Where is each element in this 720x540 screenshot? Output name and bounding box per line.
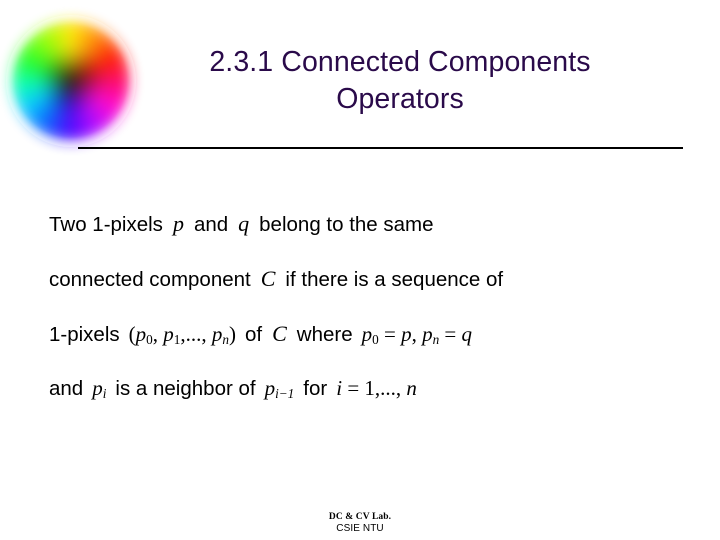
ellipsis: ,...,	[180, 322, 212, 346]
var-p: p	[401, 322, 412, 346]
paren-close: )	[228, 322, 236, 346]
body-line-4: and pi is a neighbor of pi−1 for i = 1,.…	[49, 376, 689, 431]
slide-canvas: 2.3.1 Connected Components Operators Two…	[0, 0, 720, 540]
range-values: 1,...,	[364, 376, 407, 400]
page-title: 2.3.1 Connected Components Operators	[209, 46, 591, 115]
line2-text-b: if there is a sequence of	[285, 268, 504, 291]
body-line-2: connected component C if there is a sequ…	[49, 266, 689, 321]
line4-math-pi: pi	[90, 376, 108, 402]
line1-text-a: Two 1-pixels	[49, 213, 163, 236]
color-wheel-fade	[6, 15, 136, 147]
line3-text-a: 1-pixels	[49, 323, 120, 346]
sub-i: i	[102, 385, 107, 401]
equals-2: =	[439, 322, 462, 346]
footer-lab-name: DC & CV Lab.	[328, 512, 392, 522]
line4-text-c: for	[303, 377, 328, 400]
sub-n: n	[222, 331, 229, 347]
var-p: p	[92, 376, 103, 400]
equals-1: =	[378, 322, 402, 346]
footer-organization: CSIE NTU	[336, 523, 384, 534]
var-n: n	[406, 376, 417, 400]
var-p: p	[264, 376, 276, 400]
p-n: p	[211, 322, 223, 346]
sub-i-minus-1: i−1	[275, 385, 295, 401]
line3-math-endpoints: p0 = p, pn = q	[360, 322, 474, 348]
body-line-1: Two 1-pixels p and q belong to the same	[49, 211, 689, 266]
line2-text-a: connected component	[49, 268, 251, 291]
sub-0: 0	[146, 331, 153, 347]
p-one: p	[163, 322, 174, 346]
comma-1: ,	[152, 322, 164, 346]
line1-math-p: p	[172, 211, 184, 236]
line2-math-c: C	[260, 266, 276, 291]
slide-body: Two 1-pixels p and q belong to the same …	[49, 211, 689, 431]
sub-0: 0	[372, 331, 379, 347]
slide-footer: DC & CV Lab. CSIE NTU	[0, 512, 720, 535]
title-divider	[78, 147, 683, 149]
p-zero: p	[135, 322, 147, 346]
line3-math-c: C	[272, 321, 287, 346]
body-line-3: 1-pixels (p0, p1,..., pn) of C where p0 …	[49, 321, 689, 376]
line3-math-sequence: (p0, p1,..., pn)	[127, 322, 238, 348]
line4-text-b: is a neighbor of	[115, 377, 256, 400]
p-n: p	[422, 322, 433, 346]
p-zero: p	[361, 322, 373, 346]
var-q: q	[461, 322, 473, 346]
line1-math-q: q	[238, 211, 250, 236]
comma: ,	[411, 322, 423, 346]
line4-text-a: and	[49, 377, 84, 400]
equals: =	[342, 376, 365, 400]
line4-math-range: i = 1,..., n	[334, 376, 419, 401]
line1-text-c: belong to the same	[259, 213, 434, 236]
line4-math-pi-minus-1: pi−1	[263, 376, 297, 402]
paren-open: (	[128, 322, 136, 346]
line3-text-c: where	[296, 323, 353, 346]
color-wheel-logo	[6, 15, 136, 147]
line1-text-b: and	[193, 213, 229, 236]
line3-text-b: of	[244, 323, 263, 346]
